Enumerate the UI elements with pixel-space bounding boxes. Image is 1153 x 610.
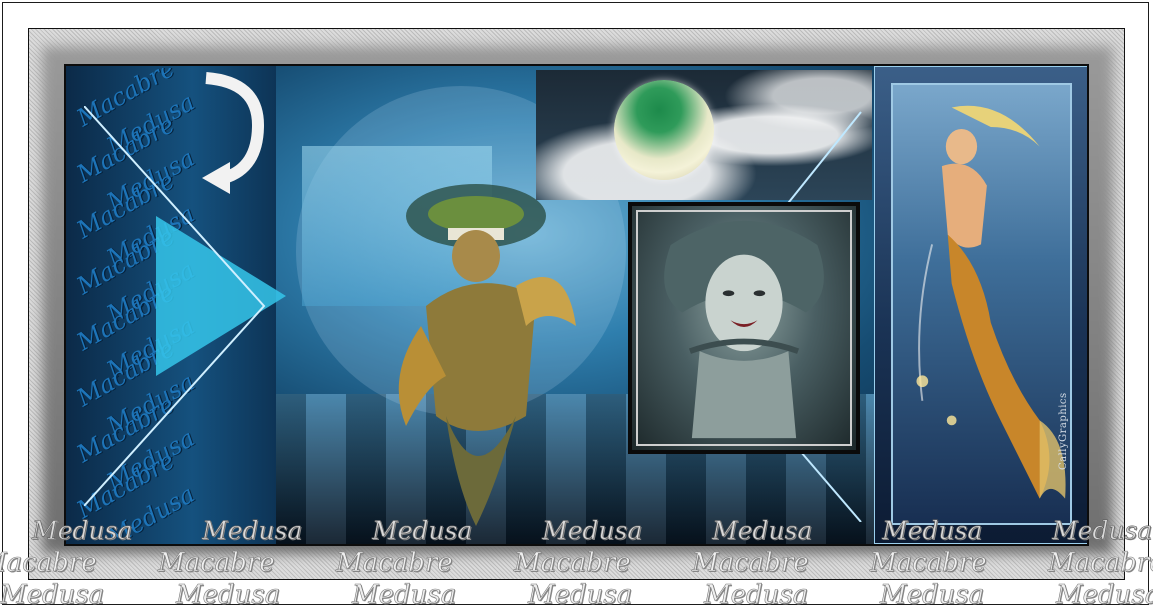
bottom-word: Medusa (882, 516, 983, 546)
bottom-word: Medusa (0, 580, 105, 610)
artwork-scene: Macabre Medusa Macabre Medusa Macabre Medusa M… (64, 64, 1089, 546)
bottom-word: Macabre (514, 548, 631, 579)
bottom-word: Medusa (712, 516, 813, 546)
bottom-word: Macabre (0, 548, 97, 579)
warrior-figure (398, 184, 576, 526)
mermaid-panel (891, 83, 1072, 525)
mermaid-frame (874, 66, 1087, 544)
curved-arrow-icon (202, 72, 265, 194)
triangle-outline (84, 106, 266, 506)
bottom-word: Macabre (692, 548, 809, 579)
bottom-word: Macabre (1048, 548, 1153, 579)
bottom-word: Medusa (1056, 580, 1153, 610)
bottom-word: Macabre (158, 548, 275, 579)
bottom-word: Medusa (1052, 516, 1153, 546)
artist-signature: CallyGraphics (1058, 392, 1069, 470)
medusa-portrait (628, 202, 860, 454)
mermaid-figure (916, 105, 1066, 499)
bottom-word: Macabre (870, 548, 987, 579)
bottom-word: Medusa (542, 516, 643, 546)
moon (614, 80, 714, 180)
bottom-word: Medusa (202, 516, 303, 546)
bottom-word: Medusa (176, 580, 281, 610)
bottom-word: Medusa (32, 516, 133, 546)
medusa-face (664, 220, 824, 439)
bottom-word: Medusa (352, 580, 457, 610)
bottom-word: Medusa (528, 580, 633, 610)
bottom-word: Medusa (880, 580, 985, 610)
left-word-panel: Macabre Medusa Macabre Medusa Macabre Medusa M… (66, 66, 286, 544)
bottom-word: Medusa (704, 580, 809, 610)
bottom-word: Medusa (372, 516, 473, 546)
bottom-word: Macabre (336, 548, 453, 579)
